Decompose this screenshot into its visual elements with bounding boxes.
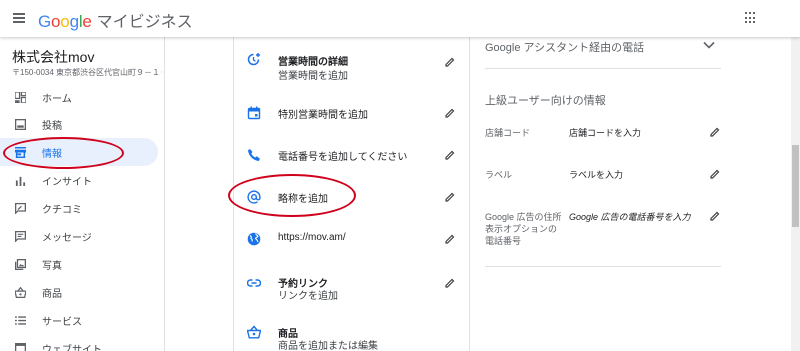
list-icon [15,315,26,325]
basket-icon [15,286,26,298]
top-app-bar: G o o g l e マイビジネス [0,0,800,37]
info-row-products[interactable]: 商品 商品を追加または編集 [234,320,470,351]
sidebar-item-services[interactable]: サービス [0,306,158,334]
edit-pencil-icon[interactable] [710,127,720,137]
info-panel: 営業時間の詳細 営業時間を追加 特別営業時間を追加 電話番号を追加してください … [228,37,470,351]
ads-phone-input[interactable]: Google 広告の電話番号を入力 [569,210,691,223]
ads-phone-label: 電話番号 [485,236,522,246]
calendar-icon [247,106,261,120]
business-name: 株式会社mov [12,49,95,65]
advanced-section-title: 上級ユーザー向けの情報 [485,95,606,107]
sidebar-item-photos[interactable]: 写真 [0,250,158,278]
sidebar-item-label: ホーム [42,93,72,105]
google-my-business-logo[interactable]: G o o g l e マイビジネス [38,8,193,31]
logo-letter: G [38,12,52,31]
info-row-subtitle: リンクを追加 [278,291,338,302]
sidebar-item-label: メッセージ [42,232,92,244]
sidebar-item-home[interactable]: ホーム [0,83,158,111]
storefront-icon [15,146,26,158]
bar-chart-icon [15,176,26,186]
edit-pencil-icon[interactable] [445,57,455,67]
scrollbar-thumb[interactable] [792,145,799,227]
info-row-special-hours[interactable]: 特別営業時間を追加 [234,102,470,142]
edit-pencil-icon[interactable] [445,108,455,118]
sidebar-item-label: 投稿 [42,120,62,132]
divider [485,266,721,267]
edit-pencil-icon[interactable] [445,278,455,288]
info-row-short-name[interactable]: 略称を追加 [234,185,470,225]
sidebar-item-insights[interactable]: インサイト [0,166,158,194]
info-row-title: https://mov.am/ [278,232,346,243]
web-icon [15,342,26,351]
store-code-label: 店舗コード [485,128,531,138]
sidebar: 株式会社mov 〒150-0034 東京都渋谷区代官山町９－１０ ホーム 投稿 … [0,37,165,351]
more-hours-icon [247,53,260,66]
advanced-info-panel: Google アシスタント経由の電話 上級ユーザー向けの情報 店舗コード 店舗コ… [471,37,791,351]
sidebar-item-website[interactable]: ウェブサイト [0,334,158,351]
message-icon [15,230,26,242]
store-code-input[interactable]: 店舗コードを入力 [569,126,641,139]
chevron-down-icon[interactable] [703,41,715,49]
edit-pencil-icon[interactable] [710,169,720,179]
divider [485,68,721,69]
sidebar-item-label: 情報 [42,148,62,160]
basket-icon [247,325,261,339]
business-address: 〒150-0034 東京都渋谷区代官山町９－１０ [12,68,162,77]
hamburger-menu-icon[interactable] [13,13,25,23]
edit-pencil-icon[interactable] [710,211,720,221]
sidebar-item-products[interactable]: 商品 [0,278,158,306]
sidebar-item-label: サービス [42,316,82,328]
sidebar-item-messages[interactable]: メッセージ [0,222,158,250]
logo-letter: o [60,12,70,31]
logo-letter: e [82,12,92,31]
sidebar-item-info[interactable]: 情報 [0,138,158,166]
info-row-website[interactable]: https://mov.am/ [234,228,470,268]
posts-icon [15,118,26,130]
info-row-title: 営業時間の詳細 [278,57,348,68]
logo-letter: o [51,12,61,31]
sidebar-item-posts[interactable]: 投稿 [0,110,158,138]
at-sign-icon [247,190,261,204]
logo-letter: g [69,12,79,31]
info-row-subtitle: 商品を追加または編集 [278,341,378,351]
sidebar-item-reviews[interactable]: クチコミ [0,194,158,222]
google-apps-icon[interactable] [745,12,757,24]
info-row-title: 特別営業時間を追加 [278,110,368,121]
link-icon [247,279,261,287]
review-icon [15,202,26,214]
edit-pencil-icon[interactable] [445,192,455,202]
info-row-booking-link[interactable]: 予約リンク リンクを追加 [234,270,470,310]
edit-pencil-icon[interactable] [445,150,455,160]
edit-pencil-icon[interactable] [445,234,455,244]
phone-icon [248,149,260,161]
sidebar-item-label: クチコミ [42,204,82,216]
sidebar-item-label: 写真 [42,260,62,272]
info-row-title: 電話番号を追加してください [278,152,408,163]
app-window: G o o g l e マイビジネス 株式会社mov 〒150-0034 東京都… [0,0,800,351]
label-field-label: ラベル [485,170,513,180]
info-row-title: 略称を追加 [278,194,328,205]
info-row-phone[interactable]: 電話番号を追加してください [234,144,470,184]
product-name: マイビジネス [96,14,193,31]
sidebar-item-label: 商品 [42,288,62,300]
sidebar-item-label: インサイト [42,176,92,188]
sidebar-item-label: ウェブサイト [42,344,102,351]
photo-icon [15,258,26,270]
info-row-hours-detail[interactable]: 営業時間の詳細 営業時間を追加 [234,47,470,87]
assistant-calls-label: Google アシスタント経由の電話 [485,42,645,54]
label-input[interactable]: ラベルを入力 [569,168,623,181]
dashboard-icon [15,91,26,103]
globe-icon [247,232,261,246]
info-row-subtitle: 営業時間を追加 [278,71,348,82]
